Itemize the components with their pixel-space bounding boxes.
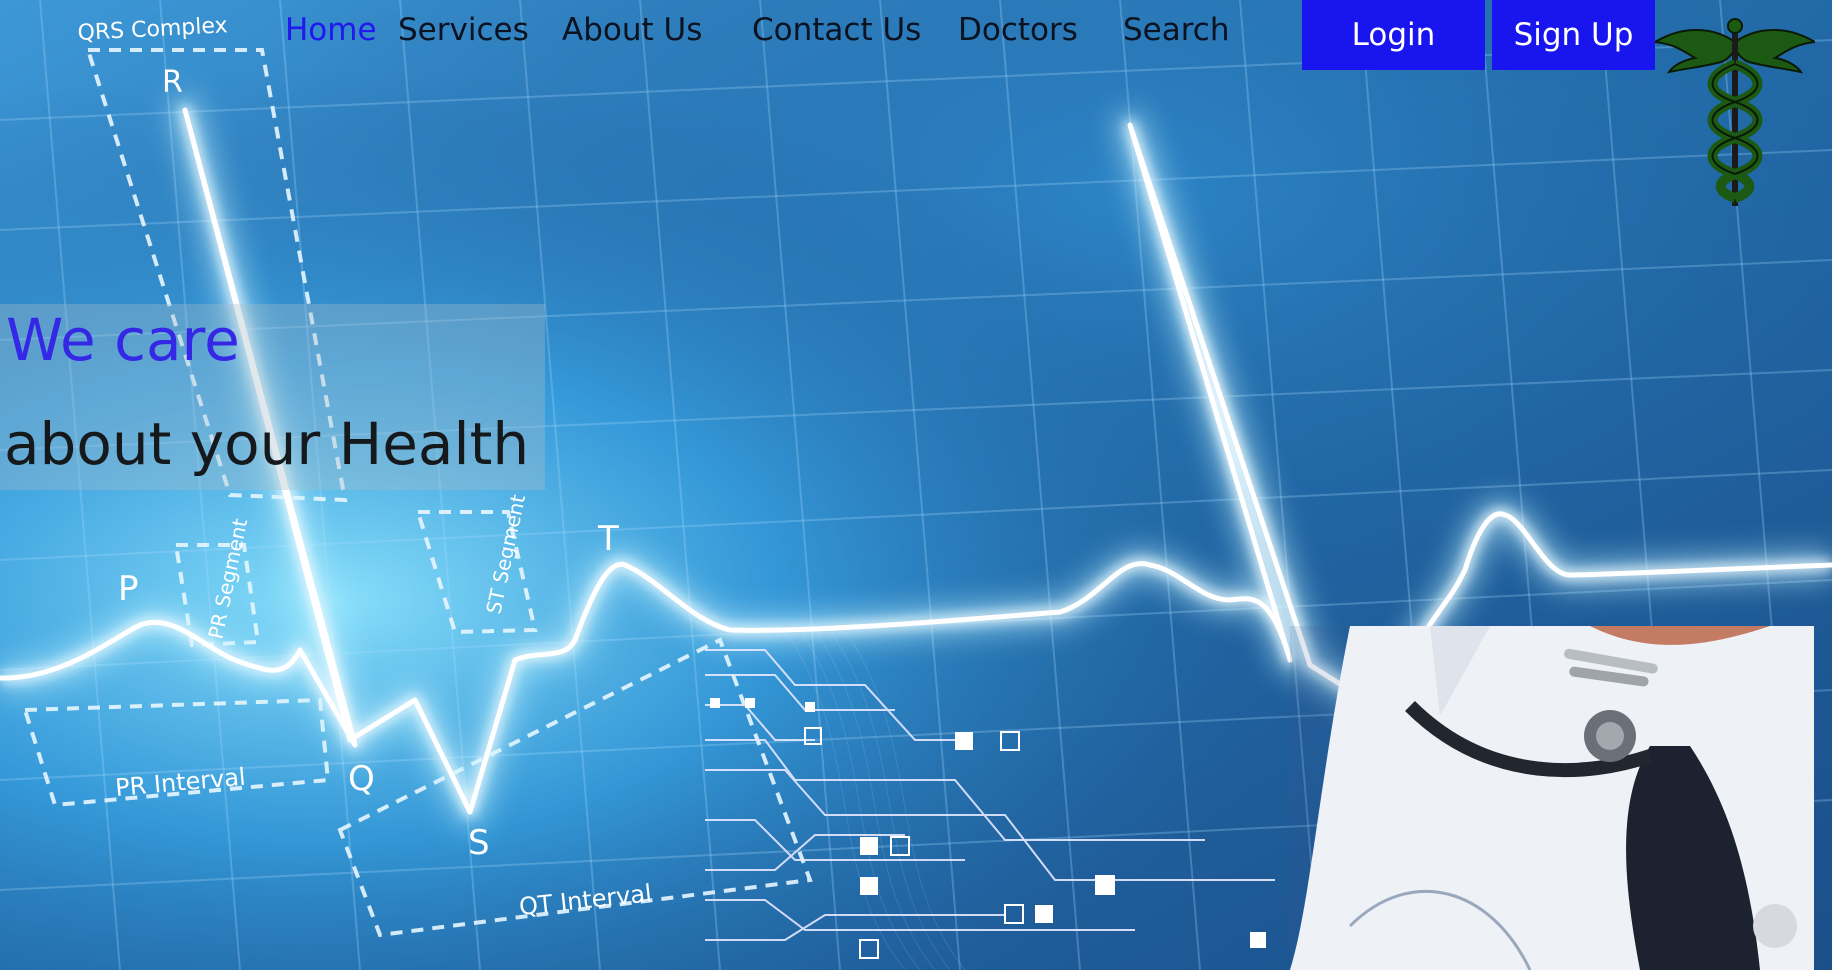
nav-home-link[interactable]: Home (285, 12, 377, 48)
hero-tagline-line2: about your Health (4, 410, 530, 478)
top-navigation: Home Services About Us Contact Us Doctor… (0, 0, 1832, 70)
nav-search-link[interactable]: Search (1123, 12, 1230, 48)
circuit-graphic (705, 630, 1275, 970)
ecg-label-s: S (468, 823, 490, 863)
caduceus-icon[interactable] (1655, 14, 1815, 210)
nav-doctors-link[interactable]: Doctors (958, 12, 1078, 48)
nav-about-us-link[interactable]: About Us (562, 12, 702, 48)
login-button[interactable]: Login (1302, 0, 1485, 70)
nav-contact-us-link[interactable]: Contact Us (752, 12, 921, 48)
ecg-label-p: P (118, 569, 139, 609)
ecg-label-t: T (597, 519, 619, 559)
sign-up-button[interactable]: Sign Up (1492, 0, 1655, 70)
ecg-label-q: Q (348, 759, 375, 799)
hero-tagline-line1: We care (6, 306, 240, 374)
ecg-label-r: R (162, 65, 183, 100)
nav-services-link[interactable]: Services (398, 12, 529, 48)
doctor-photo (1290, 626, 1814, 970)
